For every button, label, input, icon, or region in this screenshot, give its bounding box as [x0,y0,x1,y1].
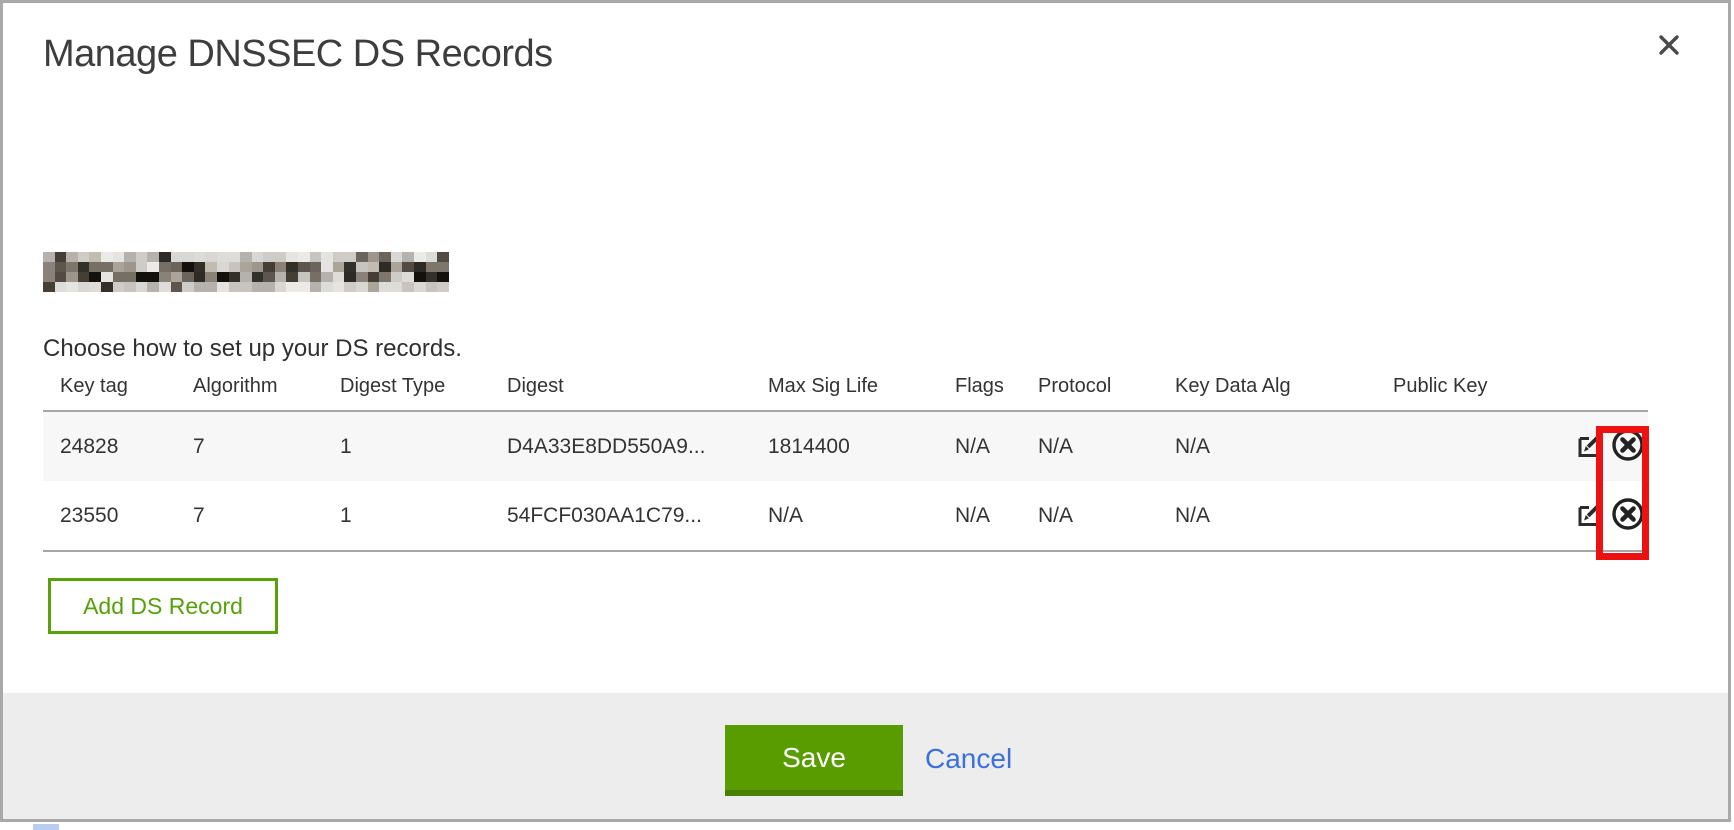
cell-digest-type: 1 [340,504,507,528]
delete-icon [1610,496,1646,535]
delete-record-button[interactable] [1610,429,1646,465]
cell-protocol: N/A [1038,504,1175,528]
dnssec-dialog: Manage DNSSEC DS Records Choose how to s… [0,0,1731,822]
cell-digest-type: 1 [340,435,507,459]
ds-records-table: Key tagAlgorithmDigest TypeDigestMax Sig… [43,375,1648,552]
cell-flags: N/A [955,435,1038,459]
edit-icon [1574,499,1604,532]
table-row: 2482871D4A33E8DD550A9...1814400N/AN/AN/A [43,412,1648,481]
add-ds-record-button[interactable]: Add DS Record [48,578,278,634]
cell-key-data-alg: N/A [1175,504,1393,528]
cell-key-tag: 23550 [60,504,193,528]
column-header: Public Key [1393,375,1571,398]
edit-icon [1574,430,1604,463]
column-header: Algorithm [193,375,340,398]
page-title: Manage DNSSEC DS Records [43,33,553,76]
delete-record-button[interactable] [1610,498,1646,534]
redacted-domain [43,252,449,292]
table-row: 235507154FCF030AA1C79...N/AN/AN/AN/A [43,481,1648,550]
background-page-fragment [33,824,59,830]
edit-record-button[interactable] [1571,498,1607,534]
cell-protocol: N/A [1038,435,1175,459]
cell-digest: 54FCF030AA1C79... [507,504,768,528]
row-actions [1571,429,1648,465]
edit-record-button[interactable] [1571,429,1607,465]
dialog-footer: Save Cancel [3,693,1728,819]
column-header: Digest Type [340,375,507,398]
table-body: 2482871D4A33E8DD550A9...1814400N/AN/AN/A… [43,410,1648,552]
close-icon [1651,51,1687,66]
cell-flags: N/A [955,504,1038,528]
column-header: Digest [507,375,768,398]
table-header-row: Key tagAlgorithmDigest TypeDigestMax Sig… [43,375,1648,410]
cell-key-data-alg: N/A [1175,435,1393,459]
save-button[interactable]: Save [725,725,903,796]
column-header: Flags [955,375,1038,398]
cancel-link[interactable]: Cancel [925,743,1012,775]
cell-max-sig-life: 1814400 [768,435,955,459]
row-actions [1571,498,1648,534]
cell-max-sig-life: N/A [768,504,955,528]
cell-algorithm: 7 [193,504,340,528]
delete-icon [1610,427,1646,466]
column-header: Key tag [60,375,193,398]
cell-algorithm: 7 [193,435,340,459]
close-button[interactable] [1651,27,1687,63]
setup-instruction: Choose how to set up your DS records. [43,335,462,363]
column-header: Max Sig Life [768,375,955,398]
column-header: Key Data Alg [1175,375,1393,398]
cell-digest: D4A33E8DD550A9... [507,435,768,459]
cell-key-tag: 24828 [60,435,193,459]
column-header: Protocol [1038,375,1175,398]
